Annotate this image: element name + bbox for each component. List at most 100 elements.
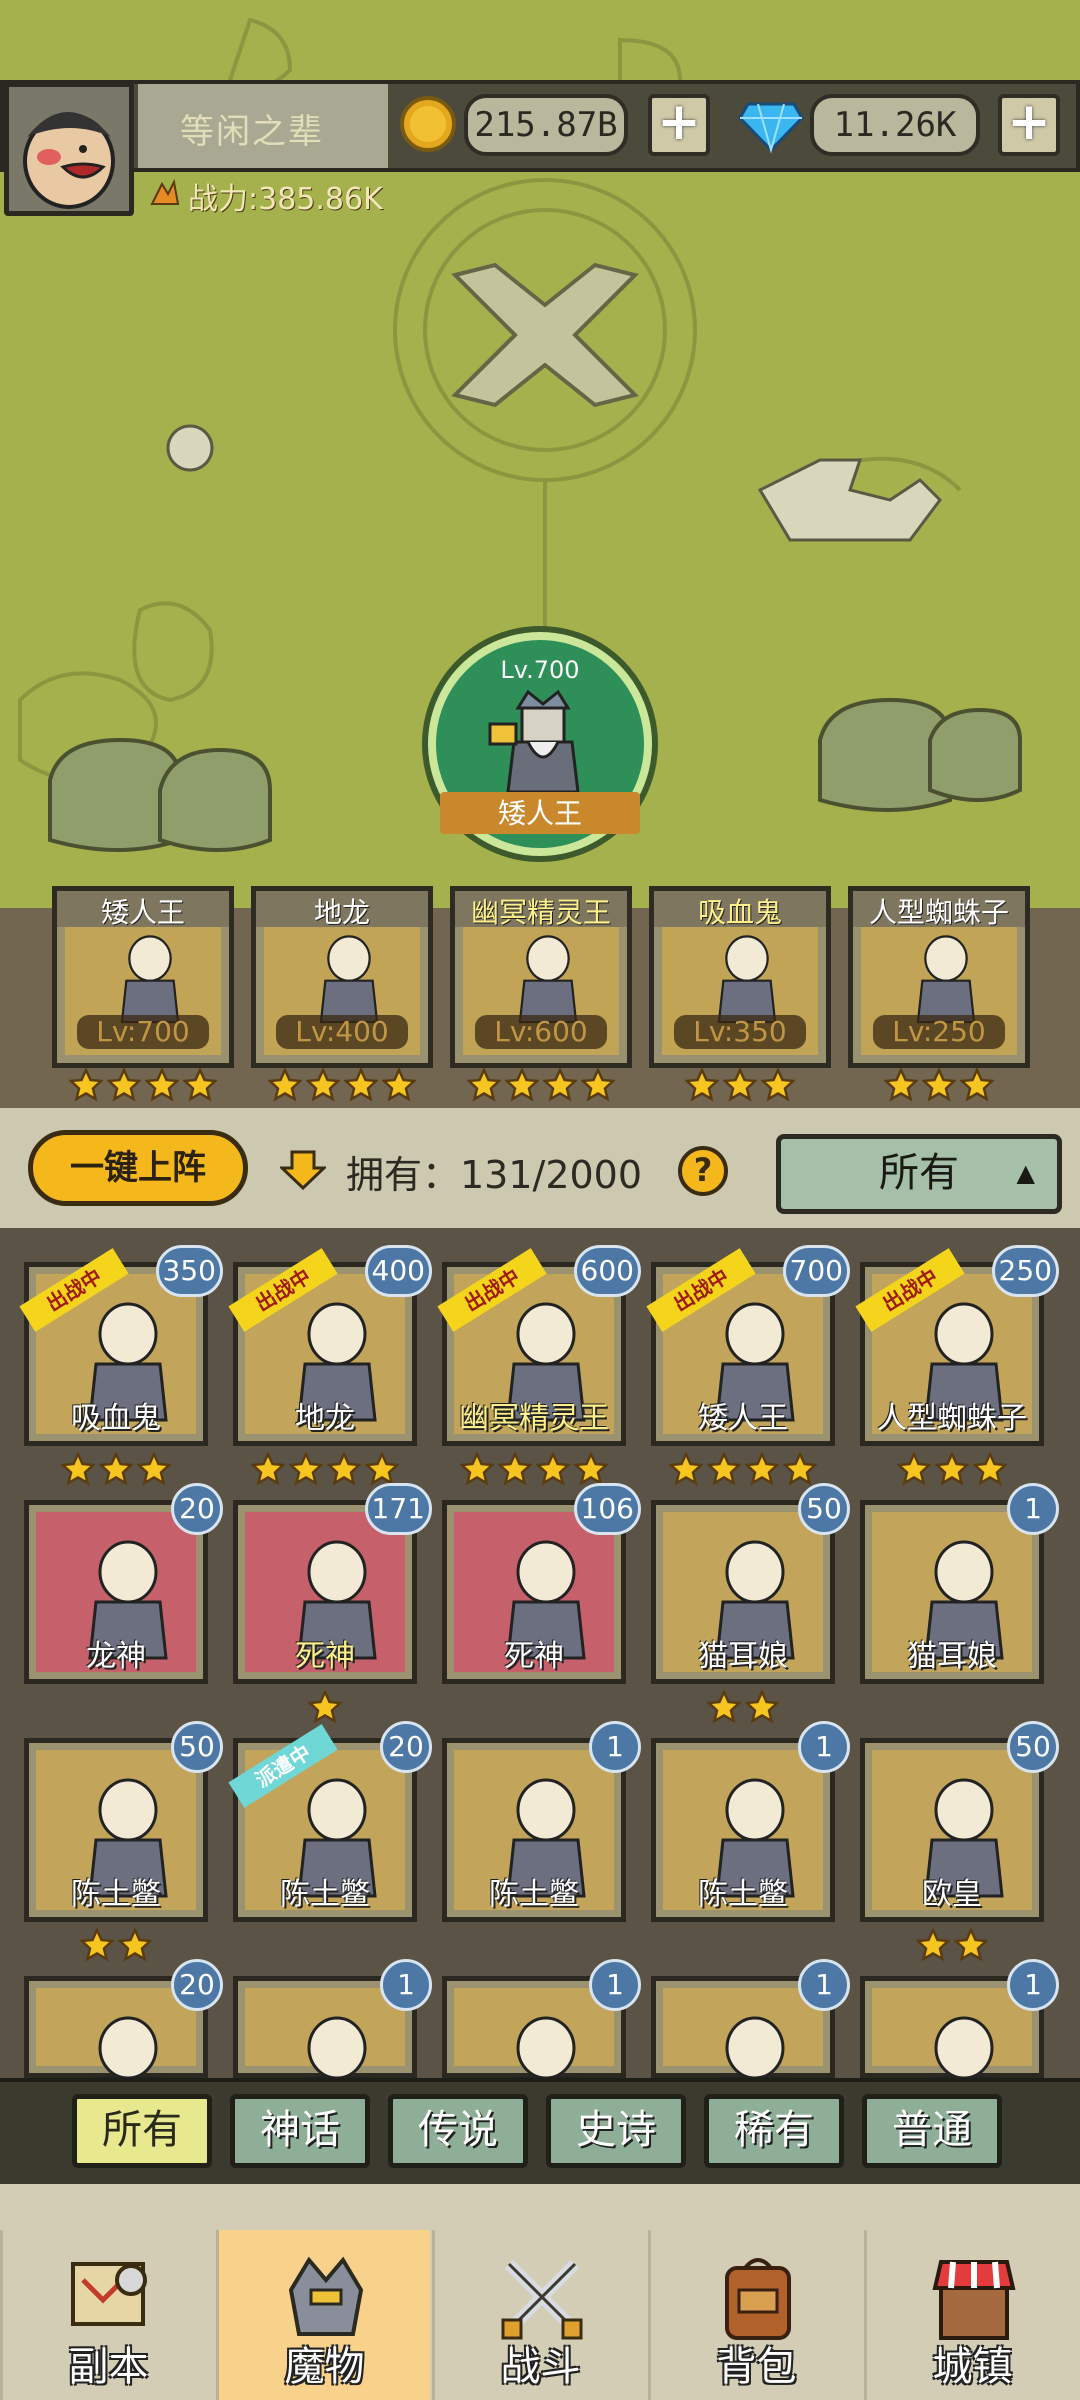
monster-count-badge: 700 — [782, 1245, 850, 1297]
monster-card[interactable]: 陈土鳖 1 — [442, 1721, 641, 1922]
star-icon — [250, 1450, 286, 1486]
rarity-tab[interactable]: 神话 — [230, 2094, 370, 2168]
star-icon — [921, 1066, 957, 1102]
monster-name: 龙神 — [86, 1639, 146, 1674]
star-icon — [668, 1450, 704, 1486]
star-icon — [915, 1926, 951, 1962]
rarity-tab[interactable]: 史诗 — [546, 2094, 686, 2168]
lineup-card[interactable]: 人型蜘蛛子 Lv:250 — [848, 886, 1030, 1068]
featured-hero-name: 矮人王 — [440, 792, 640, 834]
nav-item-town-shop[interactable]: 城镇 — [864, 2230, 1078, 2400]
star-icon — [573, 1450, 609, 1486]
nav-item-backpack[interactable]: 背包 — [648, 2230, 862, 2400]
lineup-name: 矮人王 — [57, 891, 229, 929]
help-icon[interactable]: ? — [678, 1146, 728, 1196]
monster-count-badge: 1 — [1007, 1483, 1059, 1535]
lineup-level: Lv:350 — [674, 1015, 806, 1049]
star-icon — [343, 1066, 379, 1102]
one-click-deploy-button[interactable]: 一键上阵 — [28, 1130, 248, 1206]
nav-label: 副本 — [68, 2344, 149, 2390]
monster-helmet-icon — [288, 2256, 364, 2336]
star-icon — [98, 1450, 134, 1486]
monster-card[interactable]: 猫耳娘 1 — [860, 1483, 1059, 1684]
monster-card[interactable]: 吸血鬼 350 出战中 — [19, 1245, 223, 1446]
nav-label: 背包 — [716, 2344, 797, 2390]
monster-count-badge: 171 — [364, 1483, 432, 1535]
monster-card-bg — [245, 1988, 405, 2136]
nav-item-map-scroll[interactable]: 副本 — [0, 2230, 214, 2400]
star-icon — [504, 1066, 540, 1102]
monster-card[interactable]: 龙神 20 — [24, 1483, 223, 1684]
star-icon — [288, 1450, 324, 1486]
monster-figure-icon — [120, 935, 180, 1024]
rarity-tab[interactable]: 稀有 — [704, 2094, 844, 2168]
monster-card[interactable]: 死神 106 — [442, 1483, 641, 1684]
down-arrow-icon — [280, 1150, 326, 1190]
gold-coin-icon — [400, 96, 456, 152]
star-icon — [381, 1066, 417, 1102]
player-avatar[interactable] — [4, 82, 134, 216]
star-icon — [934, 1450, 970, 1486]
star-icon — [459, 1450, 495, 1486]
rarity-tab[interactable]: 普通 — [862, 2094, 1002, 2168]
monster-card[interactable]: 1 — [442, 1959, 641, 2136]
monster-card[interactable]: 幽冥精灵王 600 出战中 — [437, 1245, 641, 1446]
lineup-name: 吸血鬼 — [654, 891, 826, 929]
nav-item-monster-helmet[interactable]: 魔物 — [216, 2230, 430, 2400]
lineup-card[interactable]: 吸血鬼 Lv:350 — [649, 886, 831, 1068]
star-icon — [706, 1450, 742, 1486]
monster-name: 陈土鳖 — [698, 1877, 788, 1912]
star-icon — [466, 1066, 502, 1102]
star-icon — [782, 1450, 818, 1486]
monster-card[interactable]: 死神 171 — [233, 1483, 432, 1684]
monster-card[interactable]: 猫耳娘 50 — [651, 1483, 850, 1684]
nav-label: 战斗 — [500, 2344, 581, 2390]
nav-item-crossed-swords[interactable]: 战斗 — [432, 2230, 646, 2400]
monster-card[interactable]: 1 — [860, 1959, 1059, 2136]
owned-count: 拥有：131/2000 — [346, 1153, 643, 1197]
power-fist-icon — [148, 176, 182, 208]
monster-name: 人型蜘蛛子 — [877, 1401, 1027, 1436]
monster-card[interactable]: 陈土鳖 1 — [651, 1721, 850, 1922]
monster-card[interactable]: 欧皇 50 — [860, 1721, 1059, 1922]
rarity-tab[interactable]: 所有 — [72, 2094, 212, 2168]
star-icon — [305, 1066, 341, 1102]
lineup-card[interactable]: 地龙 Lv:400 — [251, 886, 433, 1068]
star-icon — [326, 1450, 362, 1486]
lineup-card[interactable]: 幽冥精灵王 Lv:600 — [450, 886, 632, 1068]
featured-hero-level: Lv.700 — [500, 656, 580, 684]
monster-count-badge: 20 — [171, 1959, 223, 2011]
add-gems-button[interactable]: + — [998, 94, 1060, 156]
star-rating — [649, 1066, 831, 1102]
star-icon — [744, 1450, 780, 1486]
monster-card[interactable]: 1 — [651, 1959, 850, 2136]
monster-card[interactable]: 人型蜘蛛子 250 出战中 — [855, 1245, 1059, 1446]
monster-card[interactable]: 矮人王 700 出战中 — [646, 1245, 850, 1446]
star-icon — [307, 1688, 343, 1724]
add-gold-button[interactable]: + — [648, 94, 710, 156]
star-icon — [580, 1066, 616, 1102]
star-icon — [79, 1926, 115, 1962]
star-rating — [450, 1066, 632, 1102]
monster-card[interactable]: 地龙 400 出战中 — [228, 1245, 432, 1446]
map-scroll-icon — [71, 2262, 147, 2326]
monster-card[interactable]: 陈土鳖 20 派遣中 — [228, 1721, 432, 1922]
game-screen: { "player": { "name": "等闲之辈", "power": "… — [0, 0, 1080, 2400]
monster-name: 猫耳娘 — [907, 1639, 997, 1674]
star-icon — [117, 1926, 153, 1962]
monster-card[interactable]: 陈土鳖 50 — [24, 1721, 223, 1922]
monster-card[interactable]: 20 — [24, 1959, 223, 2136]
monster-card[interactable]: 1 — [233, 1959, 432, 2136]
monster-name: 地龙 — [295, 1401, 355, 1436]
rarity-tab[interactable]: 传说 — [388, 2094, 528, 2168]
star-icon — [883, 1066, 919, 1102]
monster-name: 死神 — [295, 1639, 355, 1674]
lineup-card[interactable]: 矮人王 Lv:700 — [52, 886, 234, 1068]
monster-count-badge: 106 — [573, 1483, 641, 1535]
filter-dropdown[interactable]: 所有 ▲ — [776, 1134, 1062, 1214]
monster-count-badge: 350 — [155, 1245, 223, 1297]
star-icon — [106, 1066, 142, 1102]
monster-count-badge: 50 — [798, 1483, 850, 1535]
monster-count-badge: 1 — [380, 1959, 432, 2011]
lineup-level: Lv:600 — [475, 1015, 607, 1049]
